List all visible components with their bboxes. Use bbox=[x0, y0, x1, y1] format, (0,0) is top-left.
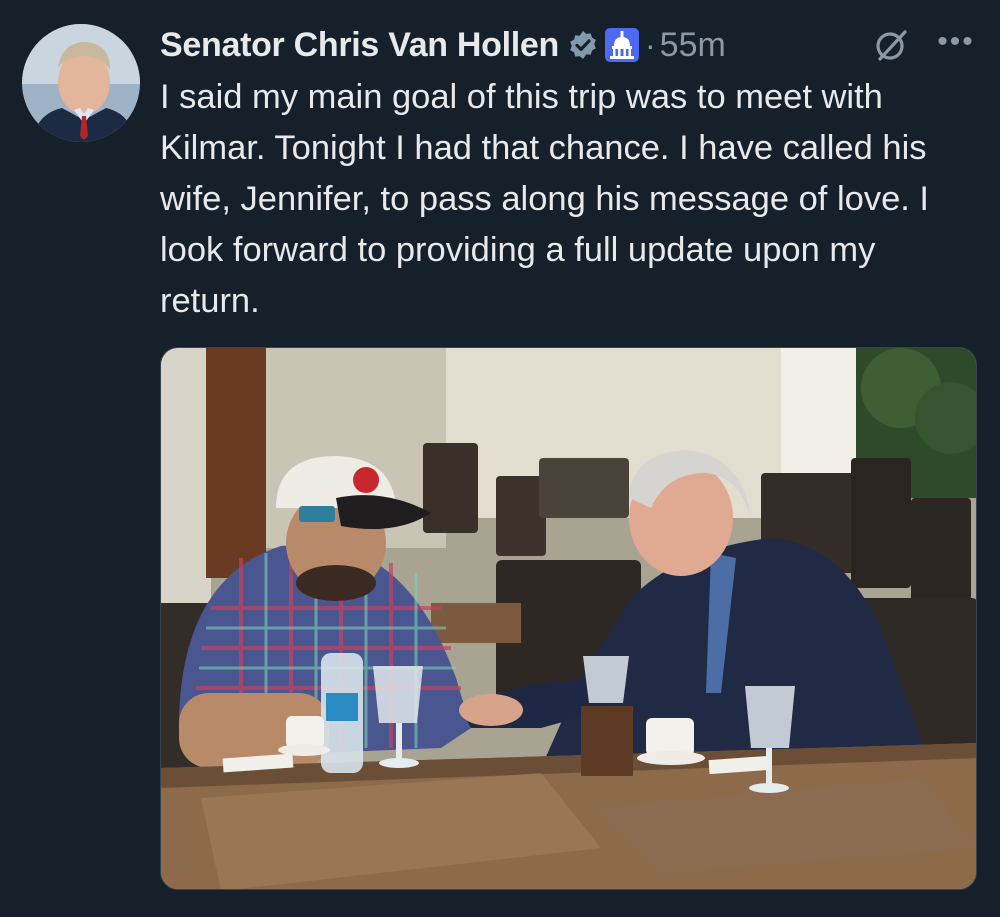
more-options-icon[interactable]: ••• bbox=[932, 22, 980, 62]
bottom-edge bbox=[0, 905, 1000, 917]
verified-badge-icon bbox=[567, 29, 599, 61]
photo-image bbox=[161, 348, 976, 889]
tweet-timestamp[interactable]: 55m bbox=[660, 26, 726, 65]
tweet-photo[interactable] bbox=[160, 347, 977, 890]
author-avatar[interactable] bbox=[22, 24, 140, 142]
avatar-image bbox=[22, 24, 140, 142]
grok-icon[interactable] bbox=[872, 26, 910, 64]
tweet-header: Senator Chris Van Hollen · 55m bbox=[160, 20, 980, 70]
header-separator: · bbox=[645, 26, 656, 63]
author-name[interactable]: Senator Chris Van Hollen bbox=[160, 26, 559, 65]
capitol-affiliation-icon[interactable] bbox=[605, 28, 640, 62]
tweet-text: I said my main goal of this trip was to … bbox=[160, 78, 930, 320]
